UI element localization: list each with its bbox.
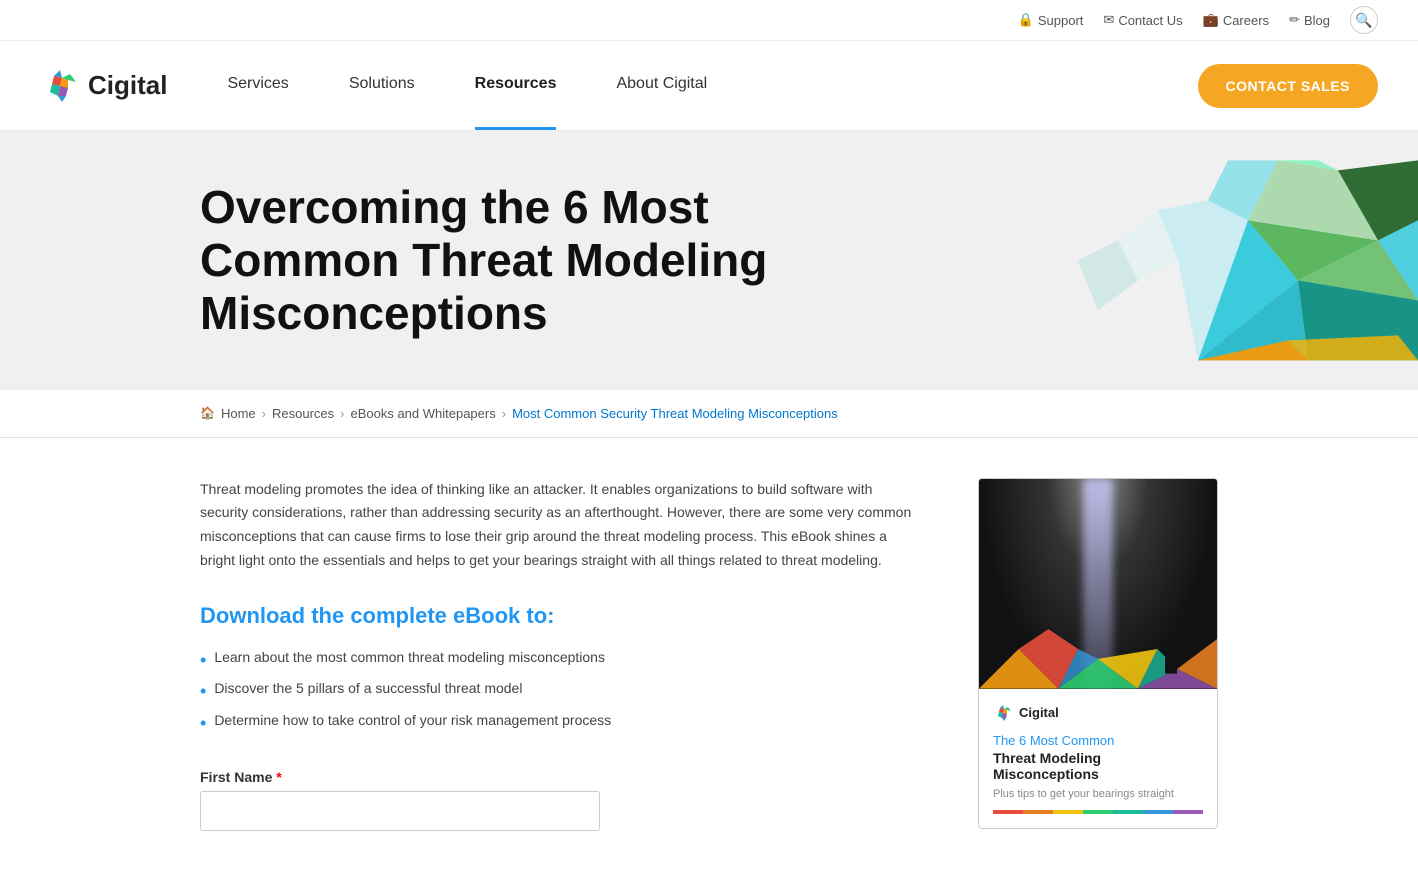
mail-icon: ✉ (1103, 12, 1114, 28)
nav-services[interactable]: Services (227, 75, 288, 97)
logo-link[interactable]: Cigital (40, 66, 167, 106)
breadcrumb-resources[interactable]: Resources (272, 406, 334, 421)
book-title-line1: The 6 Most Common (993, 733, 1203, 748)
book-card: Cigital The 6 Most Common Threat Modelin… (978, 478, 1218, 829)
bar-blue (1143, 810, 1173, 814)
careers-link[interactable]: 💼 Careers (1203, 12, 1269, 28)
book-color-bar (993, 810, 1203, 814)
blog-link[interactable]: ✏ Blog (1289, 12, 1330, 28)
top-utility-bar: 🔒 Support ✉ Contact Us 💼 Careers ✏ Blog … (0, 0, 1418, 41)
cave-background (979, 479, 1217, 689)
breadcrumb-home[interactable]: Home (221, 406, 256, 421)
breadcrumb-sep-1: › (262, 406, 266, 421)
first-name-label: First Name * (200, 769, 918, 785)
content-left: Threat modeling promotes the idea of thi… (200, 478, 918, 831)
support-label: Support (1038, 13, 1084, 28)
breadcrumb-sep-3: › (502, 406, 506, 421)
blog-label: Blog (1304, 13, 1330, 28)
first-name-input[interactable] (200, 791, 600, 831)
nav-links: Services Solutions Resources About Cigit… (227, 75, 1197, 97)
bar-yellow (1053, 810, 1083, 814)
search-button[interactable]: 🔍 (1350, 6, 1378, 34)
first-name-field: First Name * (200, 769, 918, 831)
nav-solutions[interactable]: Solutions (349, 75, 415, 97)
hero-decoration (998, 131, 1418, 390)
nav-about[interactable]: About Cigital (616, 75, 707, 97)
careers-label: Careers (1223, 13, 1269, 28)
bullet-item-3: Determine how to take control of your ri… (200, 708, 918, 739)
book-logo-icon (993, 703, 1013, 723)
book-title-line2: Threat Modeling Misconceptions (993, 750, 1203, 782)
required-indicator: * (276, 769, 281, 785)
logo-icon (40, 66, 80, 106)
hero-section: Overcoming the 6 Most Common Threat Mode… (0, 131, 1418, 390)
content-right: Cigital The 6 Most Common Threat Modelin… (978, 478, 1218, 831)
bullet-list: Learn about the most common threat model… (200, 645, 918, 739)
search-icon: 🔍 (1355, 12, 1372, 29)
nav-resources[interactable]: Resources (475, 75, 557, 97)
bullet-item-1: Learn about the most common threat model… (200, 645, 918, 676)
book-logo-text: Cigital (1019, 705, 1059, 720)
bar-purple (1173, 810, 1203, 814)
breadcrumb: 🏠 Home › Resources › eBooks and Whitepap… (0, 390, 1418, 438)
hero-title: Overcoming the 6 Most Common Threat Mode… (200, 181, 900, 340)
download-heading: Download the complete eBook to: (200, 603, 918, 629)
book-subtitle: Plus tips to get your bearings straight (993, 788, 1203, 800)
briefcase-icon: 💼 (1203, 12, 1219, 28)
contact-sales-button[interactable]: CONTACT SALES (1198, 64, 1378, 108)
contact-us-label: Contact Us (1118, 13, 1182, 28)
home-icon: 🏠 (200, 406, 215, 420)
book-cover-image (979, 479, 1217, 689)
body-text: Threat modeling promotes the idea of thi… (200, 478, 918, 573)
contact-us-link[interactable]: ✉ Contact Us (1103, 12, 1182, 28)
breadcrumb-sep-2: › (340, 406, 344, 421)
bar-orange (1023, 810, 1053, 814)
bar-green (1083, 810, 1113, 814)
main-navigation: Cigital Services Solutions Resources Abo… (0, 41, 1418, 131)
logo-text: Cigital (88, 70, 167, 101)
bar-red (993, 810, 1023, 814)
book-logo: Cigital (993, 703, 1203, 723)
book-info: Cigital The 6 Most Common Threat Modelin… (979, 689, 1217, 828)
bullet-item-2: Discover the 5 pillars of a successful t… (200, 676, 918, 707)
support-link[interactable]: 🔒 Support (1018, 12, 1084, 28)
main-content: Threat modeling promotes the idea of thi… (0, 438, 1418, 871)
bar-teal (1113, 810, 1143, 814)
breadcrumb-ebooks[interactable]: eBooks and Whitepapers (350, 406, 495, 421)
breadcrumb-current: Most Common Security Threat Modeling Mis… (512, 406, 838, 421)
pencil-icon: ✏ (1289, 12, 1300, 28)
lock-icon: 🔒 (1018, 12, 1034, 28)
cover-triangles (979, 609, 1217, 689)
